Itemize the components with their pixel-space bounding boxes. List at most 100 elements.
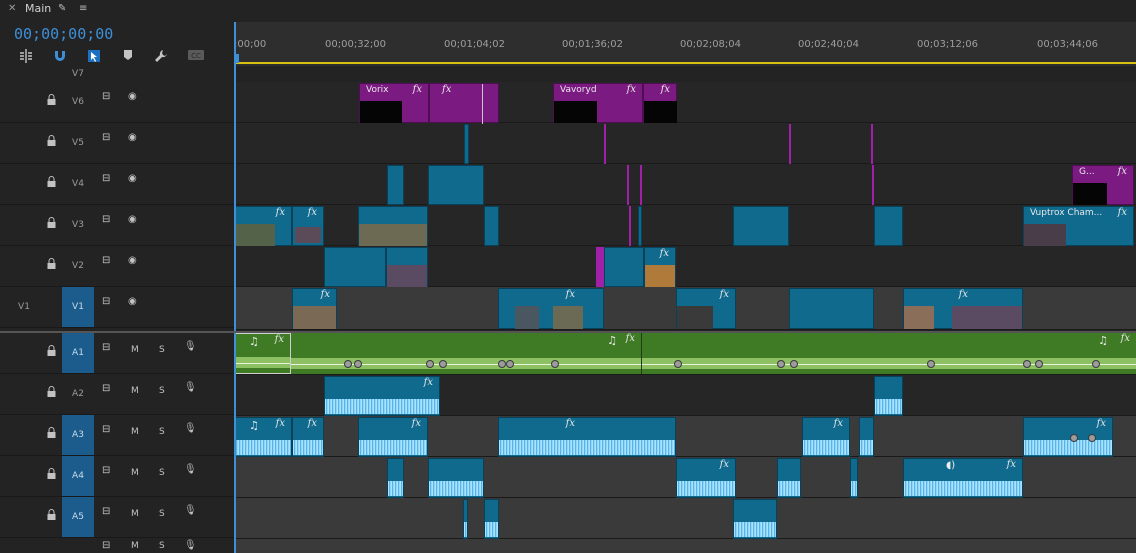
audio-clip[interactable]: fx bbox=[676, 458, 736, 498]
graphic-clip-sliver[interactable] bbox=[629, 206, 631, 246]
eye-icon[interactable]: ◉ bbox=[128, 132, 137, 143]
snap-magnet-icon[interactable] bbox=[50, 48, 70, 66]
graphic-clip-sliver[interactable] bbox=[871, 124, 873, 164]
lock-icon[interactable] bbox=[47, 217, 56, 228]
track-name[interactable]: V7 bbox=[62, 69, 94, 82]
lock-icon[interactable] bbox=[47, 135, 56, 146]
sync-lock-icon[interactable]: ⊟ bbox=[102, 383, 110, 394]
volume-keyframe[interactable] bbox=[344, 360, 352, 368]
volume-keyframe[interactable] bbox=[439, 360, 447, 368]
solo-button[interactable]: S bbox=[159, 509, 165, 519]
video-clip[interactable] bbox=[387, 165, 404, 205]
mute-button[interactable]: M bbox=[131, 345, 139, 355]
audio-clip[interactable] bbox=[874, 376, 903, 416]
sequence-tab-title[interactable]: Main bbox=[25, 2, 51, 15]
audio-clip[interactable] bbox=[428, 458, 484, 498]
graphic-clip-sliver[interactable] bbox=[640, 165, 642, 205]
video-clip[interactable] bbox=[484, 206, 499, 246]
work-area-bar[interactable] bbox=[234, 62, 1136, 64]
audio-clip[interactable]: fx bbox=[498, 417, 676, 457]
volume-keyframe[interactable] bbox=[777, 360, 785, 368]
video-clip[interactable]: fx bbox=[644, 247, 676, 287]
time-ruler[interactable]: ;00;00 00;00;32;00 00;01;04;02 00;01;36;… bbox=[234, 22, 1136, 66]
volume-keyframe[interactable] bbox=[1088, 434, 1096, 442]
mute-button[interactable]: M bbox=[131, 541, 139, 551]
video-audio-divider[interactable] bbox=[0, 331, 1136, 333]
track-name[interactable]: V4 bbox=[62, 164, 94, 204]
audio-clip[interactable] bbox=[463, 499, 468, 539]
track-name[interactable]: V2 bbox=[62, 246, 94, 286]
solo-button[interactable]: S bbox=[159, 427, 165, 437]
graphic-clip[interactable]: fx bbox=[429, 83, 499, 124]
audio-clip[interactable] bbox=[484, 499, 499, 539]
video-clip[interactable]: Vuptrox Cham... fx bbox=[1023, 206, 1134, 246]
graphic-clip-sliver[interactable] bbox=[604, 124, 606, 164]
eye-icon[interactable]: ◉ bbox=[128, 173, 137, 184]
track-name[interactable]: V1 bbox=[62, 287, 94, 327]
sync-lock-icon[interactable]: ⊟ bbox=[102, 506, 110, 517]
audio-clip[interactable]: ♫ fx bbox=[642, 333, 1136, 374]
video-clip[interactable] bbox=[789, 288, 874, 329]
video-clip[interactable] bbox=[358, 206, 428, 246]
volume-keyframe[interactable] bbox=[354, 360, 362, 368]
sync-lock-icon[interactable]: ⊟ bbox=[102, 91, 110, 102]
volume-keyframe[interactable] bbox=[1092, 360, 1100, 368]
audio-clip[interactable]: ♫ fx bbox=[291, 333, 642, 374]
microphone-icon[interactable]: 🎙 bbox=[184, 382, 197, 393]
lock-icon[interactable] bbox=[47, 386, 56, 397]
graphic-clip[interactable]: Vavoryd fx bbox=[553, 83, 643, 123]
microphone-icon[interactable]: 🎙 bbox=[184, 464, 197, 475]
track-name[interactable]: A5 bbox=[62, 497, 94, 537]
close-tab-icon[interactable]: ✕ bbox=[8, 3, 16, 14]
audio-clip[interactable]: ◖) fx bbox=[903, 458, 1023, 498]
track-name[interactable]: V3 bbox=[62, 205, 94, 245]
audio-clip[interactable]: fx bbox=[802, 417, 850, 457]
track-name[interactable]: A4 bbox=[62, 456, 94, 496]
volume-keyframe[interactable] bbox=[927, 360, 935, 368]
volume-rubberband[interactable] bbox=[642, 364, 1136, 365]
audio-clip[interactable]: fx bbox=[292, 417, 324, 457]
lock-icon[interactable] bbox=[47, 509, 56, 520]
mute-button[interactable]: M bbox=[131, 386, 139, 396]
eye-icon[interactable]: ◉ bbox=[128, 214, 137, 225]
graphic-clip[interactable]: fx bbox=[643, 83, 677, 123]
video-clip[interactable] bbox=[386, 247, 428, 287]
lock-icon[interactable] bbox=[47, 258, 56, 269]
volume-rubberband[interactable] bbox=[235, 363, 290, 364]
linked-selection-icon[interactable] bbox=[84, 48, 104, 66]
microphone-icon[interactable]: 🎙 bbox=[184, 341, 197, 352]
solo-button[interactable]: S bbox=[159, 386, 165, 396]
track-name[interactable]: V6 bbox=[62, 82, 94, 122]
sync-lock-icon[interactable]: ⊟ bbox=[102, 173, 110, 184]
sync-lock-icon[interactable]: ⊟ bbox=[102, 296, 110, 307]
lock-icon[interactable] bbox=[47, 94, 56, 105]
playhead-timecode[interactable]: 00;00;00;00 bbox=[14, 25, 113, 43]
video-clip[interactable]: fx bbox=[498, 288, 604, 329]
sync-lock-icon[interactable]: ⊟ bbox=[102, 214, 110, 225]
audio-clip[interactable]: ♫ fx bbox=[234, 417, 292, 457]
graphic-clip-sliver[interactable] bbox=[627, 165, 629, 205]
video-clip[interactable]: fx bbox=[292, 288, 337, 329]
microphone-icon[interactable]: 🎙 bbox=[184, 423, 197, 434]
track-name[interactable]: A3 bbox=[62, 415, 94, 455]
video-clip[interactable] bbox=[324, 247, 386, 287]
insert-nest-icon[interactable] bbox=[16, 48, 36, 66]
audio-clip[interactable]: ♫ fx bbox=[234, 333, 291, 374]
sync-lock-icon[interactable]: ⊟ bbox=[102, 465, 110, 476]
playhead[interactable] bbox=[234, 22, 239, 553]
sync-lock-icon[interactable]: ⊟ bbox=[102, 132, 110, 143]
audio-clip[interactable]: fx bbox=[358, 417, 428, 457]
graphic-clip-sliver[interactable] bbox=[789, 124, 791, 164]
solo-button[interactable]: S bbox=[159, 468, 165, 478]
audio-clip[interactable]: fx bbox=[324, 376, 440, 416]
graphic-clip[interactable]: Vorix fx bbox=[359, 83, 429, 123]
volume-keyframe[interactable] bbox=[506, 360, 514, 368]
solo-button[interactable]: S bbox=[159, 541, 165, 551]
lock-icon[interactable] bbox=[47, 468, 56, 479]
video-clip[interactable] bbox=[638, 206, 642, 246]
menu-icon[interactable]: ≡ bbox=[79, 3, 87, 14]
mute-button[interactable]: M bbox=[131, 509, 139, 519]
video-clip[interactable] bbox=[874, 206, 903, 246]
video-clip[interactable]: fx bbox=[234, 206, 292, 246]
video-clip[interactable] bbox=[733, 206, 789, 246]
